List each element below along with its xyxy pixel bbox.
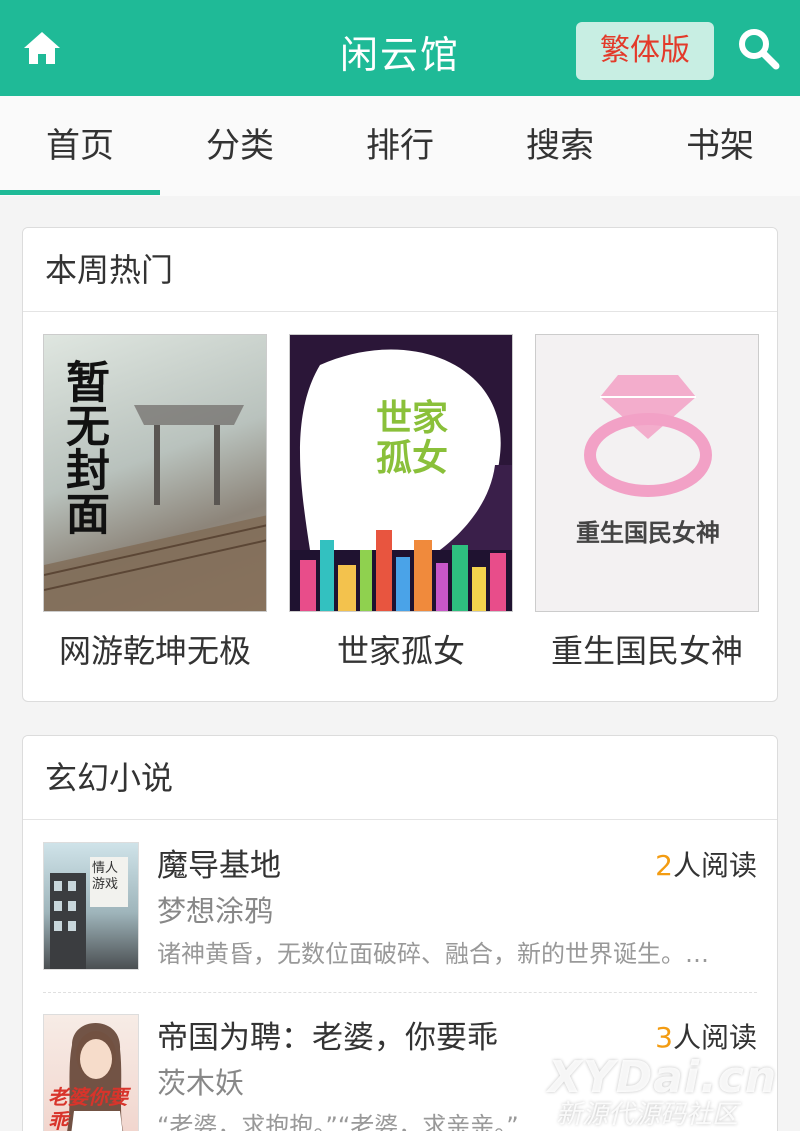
thumbnail-title: 情人游戏	[92, 861, 119, 892]
book-title[interactable]: 帝国为聘：老婆，你要乖	[157, 1012, 498, 1057]
tab-categories[interactable]: 分类	[160, 96, 320, 196]
cover-title: 世家孤女	[376, 398, 449, 479]
tab-home[interactable]: 首页	[0, 96, 160, 196]
panel-heading: 玄幻小说	[23, 736, 777, 820]
book-description: 诸神黄昏，无数位面破碎、融合，新的世界诞生。…	[157, 940, 709, 968]
nav-tabs: 首页 分类 排行 搜索 书架	[0, 96, 800, 196]
active-tab-indicator	[0, 190, 160, 195]
book-thumbnail[interactable]: 老婆你要乖	[43, 1014, 139, 1131]
hot-book-title[interactable]: 重生国民女神	[535, 626, 759, 672]
book-cover[interactable]: 重生国民女神	[535, 334, 759, 612]
item-divider	[43, 992, 757, 993]
hot-book-title[interactable]: 网游乾坤无极	[43, 626, 267, 672]
book-thumbnail[interactable]: 情人游戏	[43, 842, 139, 970]
book-title[interactable]: 魔导基地	[157, 840, 281, 885]
tab-bookshelf[interactable]: 书架	[640, 96, 800, 196]
book-cover[interactable]: 世家孤女	[289, 334, 513, 612]
cover-title: 重生国民女神	[576, 519, 720, 547]
cover-title: 暂无封面	[58, 359, 109, 535]
weekly-hot-panel: 本周热门 暂无封面 网游乾坤无极 世家孤女 世家孤女 重生国民女神 重生国民女神	[22, 227, 778, 702]
book-cover[interactable]: 暂无封面	[43, 334, 267, 612]
hot-book-card[interactable]: 暂无封面 网游乾坤无极	[43, 334, 267, 672]
top-app-bar: 闲云馆 繁体版	[0, 0, 800, 96]
hot-book-title[interactable]: 世家孤女	[289, 626, 513, 672]
watermark-caption: 新源代源码社区	[556, 1100, 739, 1130]
read-count-suffix: 人阅读	[672, 849, 757, 882]
read-count: 2人阅读	[655, 844, 757, 884]
traditional-chinese-button[interactable]: 繁体版	[576, 22, 714, 80]
thumbnail-title: 老婆你要乖	[48, 1085, 128, 1131]
search-icon[interactable]	[736, 26, 780, 70]
read-count: 3人阅读	[655, 1016, 757, 1056]
tab-search[interactable]: 搜索	[480, 96, 640, 196]
tab-ranking[interactable]: 排行	[320, 96, 480, 196]
read-count-number: 2	[655, 849, 673, 882]
book-author: 茨木妖	[157, 1066, 245, 1100]
list-item[interactable]: 情人游戏 魔导基地 2人阅读 梦想涂鸦 诸神黄昏，无数位面破碎、融合，新的世界诞…	[43, 822, 757, 972]
hot-book-card[interactable]: 重生国民女神 重生国民女神	[535, 334, 759, 672]
read-count-suffix: 人阅读	[672, 1021, 757, 1054]
book-author: 梦想涂鸦	[157, 894, 274, 928]
panel-heading: 本周热门	[23, 228, 777, 312]
hot-book-card[interactable]: 世家孤女 世家孤女	[289, 334, 513, 672]
read-count-number: 3	[655, 1021, 673, 1054]
